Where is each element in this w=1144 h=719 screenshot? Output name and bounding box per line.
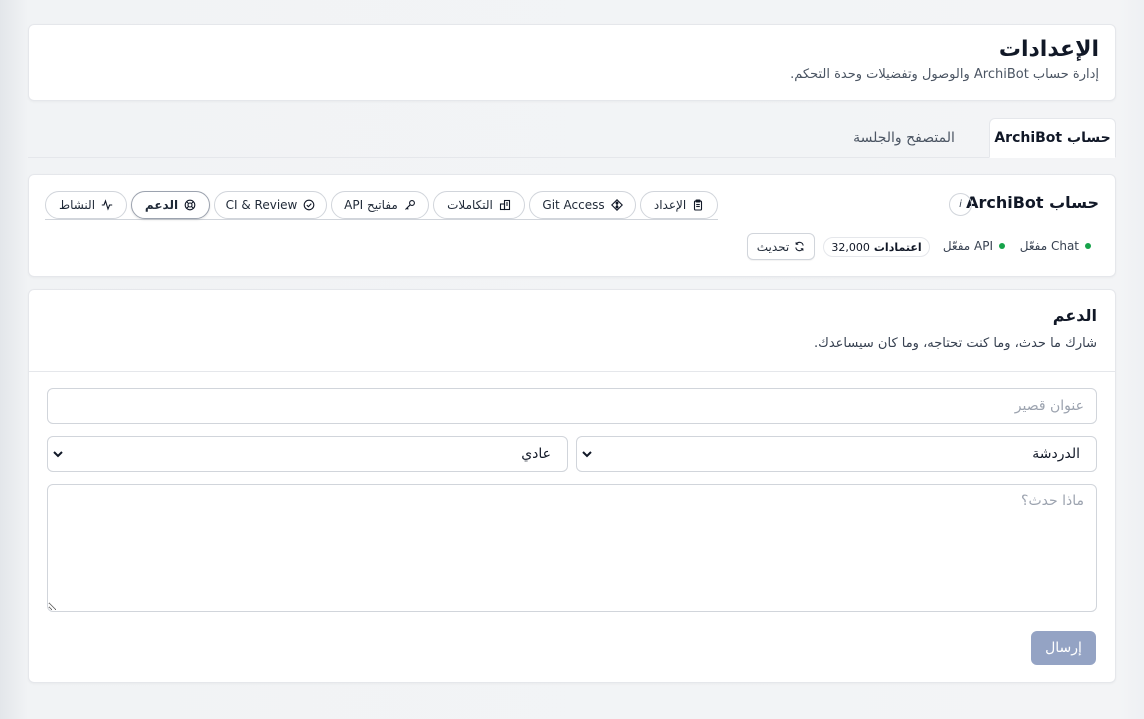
chevron-down-icon bbox=[582, 451, 592, 458]
info-icon[interactable]: i bbox=[949, 193, 972, 216]
tab-browser-session[interactable]: المتصفح والجلسة bbox=[852, 118, 956, 158]
subtab-label: الدعم bbox=[144, 198, 179, 212]
subtab-label: مفاتيح API bbox=[344, 198, 398, 212]
support-title: الدعم bbox=[1052, 306, 1097, 325]
subtab-label: Git Access bbox=[542, 198, 605, 212]
send-button[interactable]: إرسال bbox=[1031, 631, 1096, 665]
chevron-down-icon bbox=[53, 451, 63, 458]
credits-label: اعتمادات bbox=[873, 240, 922, 254]
api-status: API مفعّل bbox=[943, 233, 1005, 259]
support-description: شارك ما حدث، وما كنت تحتاجه، وما كان سيس… bbox=[814, 336, 1097, 351]
subtab-label: الإعداد bbox=[653, 198, 687, 212]
refresh-button[interactable]: تحديث bbox=[747, 233, 815, 260]
account-title: حساب ArchiBot bbox=[966, 193, 1099, 212]
subtab-label: النشاط bbox=[58, 198, 96, 212]
refresh-icon bbox=[795, 241, 804, 252]
support-header: الدعم شارك ما حدث، وما كنت تحتاجه، وما ك… bbox=[29, 290, 1115, 372]
message-textarea[interactable] bbox=[47, 484, 1097, 612]
api-status-label: API مفعّل bbox=[942, 239, 993, 253]
subtab-ci-review[interactable]: CI & Review bbox=[214, 191, 327, 219]
subtab-setup[interactable]: الإعداد bbox=[640, 191, 718, 219]
credits-badge: اعتمادات 32,000 bbox=[823, 237, 930, 257]
status-dot bbox=[999, 243, 1005, 249]
chat-status: Chat مفعّل bbox=[1020, 233, 1091, 259]
subtab-activity[interactable]: النشاط bbox=[45, 191, 127, 219]
subtab-git-access[interactable]: Git Access bbox=[529, 191, 636, 219]
tab-archibot-account[interactable]: حساب ArchiBot bbox=[989, 118, 1116, 158]
activity-icon bbox=[101, 199, 113, 211]
chat-status-label: Chat مفعّل bbox=[1019, 239, 1079, 253]
priority-select[interactable]: عادي bbox=[47, 436, 568, 472]
integrations-icon bbox=[499, 199, 510, 211]
refresh-label: تحديث bbox=[756, 239, 790, 254]
category-value: الدردشة bbox=[1032, 446, 1080, 462]
account-panel: حساب ArchiBot i الإعداد Git Access التكا… bbox=[28, 174, 1116, 277]
ticket-title-input[interactable] bbox=[47, 388, 1097, 424]
category-select[interactable]: الدردشة bbox=[576, 436, 1097, 472]
main-tabs: حساب ArchiBot المتصفح والجلسة bbox=[28, 118, 1116, 158]
settings-header: الإعدادات إدارة حساب ArchiBot والوصول وت… bbox=[28, 24, 1116, 101]
check-circle-icon bbox=[304, 199, 315, 211]
page-title: الإعدادات bbox=[998, 37, 1099, 62]
clipboard-icon bbox=[694, 199, 703, 211]
page-subtitle: إدارة حساب ArchiBot والوصول وتفضيلات وحد… bbox=[790, 67, 1099, 82]
credits-value: 32,000 bbox=[831, 240, 870, 254]
account-subtabs: الإعداد Git Access التكاملات مفاتيح API … bbox=[45, 191, 718, 220]
subtab-label: CI & Review bbox=[225, 198, 298, 212]
priority-value: عادي bbox=[521, 446, 551, 462]
lifebuoy-icon bbox=[184, 199, 196, 211]
git-icon bbox=[610, 199, 623, 211]
support-panel: الدعم شارك ما حدث، وما كنت تحتاجه، وما ك… bbox=[28, 289, 1116, 683]
key-icon bbox=[404, 200, 415, 210]
status-dot bbox=[1085, 243, 1091, 249]
subtab-api-keys[interactable]: مفاتيح API bbox=[331, 191, 429, 219]
subtab-support[interactable]: الدعم bbox=[131, 191, 210, 219]
subtab-label: التكاملات bbox=[447, 198, 493, 212]
subtab-integrations[interactable]: التكاملات bbox=[433, 191, 525, 219]
